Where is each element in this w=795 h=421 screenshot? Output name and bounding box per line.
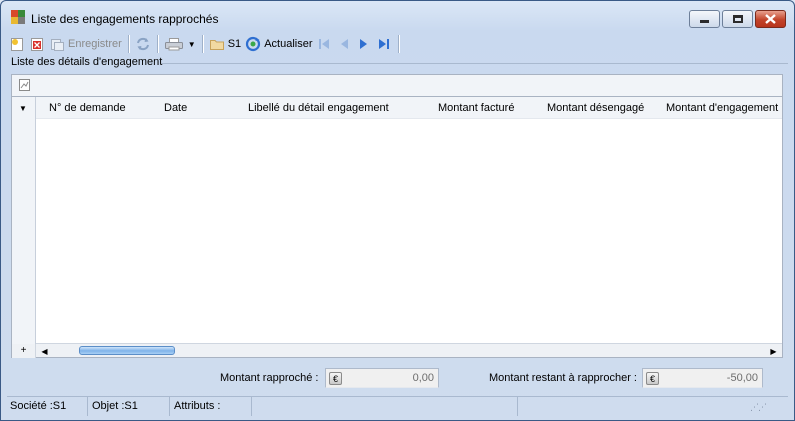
status-empty-2: ⋰⋰ xyxy=(518,397,768,416)
next-record-icon xyxy=(356,36,372,52)
montant-rapproche-label: Montant rapproché : xyxy=(220,372,319,384)
column-header[interactable]: Libellé du détail engagement xyxy=(248,102,389,114)
montant-rapproche-field: € 0,00 xyxy=(325,368,439,388)
print-icon xyxy=(164,36,184,52)
print-button[interactable]: ▼ xyxy=(162,33,198,55)
euro-icon: € xyxy=(329,372,342,385)
row-selector-column: ▼ xyxy=(12,97,36,357)
actualiser-label: Actualiser xyxy=(264,38,313,50)
folder-button[interactable]: S1 xyxy=(207,33,243,55)
grid-toolbar xyxy=(11,74,783,96)
resize-grip-icon[interactable]: ⋰⋰ xyxy=(750,402,767,413)
column-chooser-icon[interactable]: ▼ xyxy=(19,104,27,113)
horizontal-scrollbar[interactable]: + ◀ ▶ xyxy=(12,343,782,358)
scroll-left-button[interactable]: ◀ xyxy=(38,345,51,357)
title-bar: Liste des engagements rapprochés xyxy=(1,1,794,31)
refresh-button[interactable] xyxy=(133,33,153,55)
maximize-icon xyxy=(732,15,743,23)
save-label: Enregistrer xyxy=(68,38,122,50)
chevron-down-icon[interactable]: ▼ xyxy=(188,40,196,49)
minimize-button[interactable] xyxy=(689,10,720,28)
delete-icon xyxy=(29,36,45,52)
new-document-icon xyxy=(9,36,25,52)
previous-record-icon xyxy=(336,36,352,52)
group-divider xyxy=(161,63,788,64)
euro-icon: € xyxy=(646,372,659,385)
minimize-icon xyxy=(700,20,709,23)
engagement-grid: ▼ N° de demande Date Libellé du détail e… xyxy=(11,96,783,358)
save-button[interactable]: Enregistrer xyxy=(47,33,124,55)
last-record-button[interactable] xyxy=(374,33,394,55)
close-button[interactable] xyxy=(755,10,786,28)
toolbar-separator xyxy=(201,35,203,53)
group-title: Liste des détails d'engagement xyxy=(11,56,163,68)
actualiser-icon xyxy=(245,36,261,52)
column-header[interactable]: Montant facturé xyxy=(438,102,514,114)
actualiser-button[interactable]: Actualiser xyxy=(243,33,314,55)
grid-header: N° de demande Date Libellé du détail eng… xyxy=(36,97,782,119)
status-bar: Société :S1 Objet :S1 Attributs : ⋰⋰ xyxy=(7,396,788,416)
montant-restant-label: Montant restant à rapprocher : xyxy=(489,372,637,384)
main-window: Liste des engagements rapprochés Enregis… xyxy=(0,0,795,421)
new-button[interactable] xyxy=(7,33,27,55)
column-header[interactable]: N° de demande xyxy=(49,102,126,114)
first-record-button[interactable] xyxy=(314,33,334,55)
toolbar-separator xyxy=(127,35,129,53)
toolbar: Enregistrer ▼ S1 Actualiser xyxy=(7,32,788,56)
close-icon xyxy=(765,14,776,24)
montant-restant-field: € -50,00 xyxy=(642,368,763,388)
montant-restant-value: -50,00 xyxy=(726,372,758,384)
column-header[interactable]: Montant désengagé xyxy=(547,102,644,114)
window-title: Liste des engagements rapprochés xyxy=(31,12,219,26)
refresh-icon xyxy=(135,36,151,52)
save-icon xyxy=(49,36,65,52)
status-attributs: Attributs : xyxy=(170,397,252,416)
montant-rapproche-value: 0,00 xyxy=(412,372,434,384)
maximize-button[interactable] xyxy=(722,10,753,28)
add-row-button[interactable]: + xyxy=(12,344,36,358)
next-record-button[interactable] xyxy=(354,33,374,55)
previous-record-button[interactable] xyxy=(334,33,354,55)
scroll-right-icon: ▶ xyxy=(770,346,777,356)
status-societe: Société :S1 xyxy=(7,397,88,416)
scroll-right-button[interactable]: ▶ xyxy=(767,345,780,357)
app-icon xyxy=(11,10,25,24)
scroll-left-icon: ◀ xyxy=(41,346,48,356)
first-record-icon xyxy=(316,36,332,52)
folder-label: S1 xyxy=(227,38,242,50)
status-empty-1 xyxy=(252,397,518,416)
delete-button[interactable] xyxy=(27,33,47,55)
last-record-icon xyxy=(376,36,392,52)
toolbar-separator xyxy=(398,35,400,53)
column-header[interactable]: Montant d'engagement xyxy=(666,102,778,114)
folder-icon xyxy=(209,36,225,52)
column-header[interactable]: Date xyxy=(164,102,187,114)
toolbar-separator xyxy=(156,35,158,53)
status-objet: Objet :S1 xyxy=(88,397,170,416)
scrollbar-thumb[interactable] xyxy=(79,346,175,355)
export-icon[interactable] xyxy=(18,78,32,92)
